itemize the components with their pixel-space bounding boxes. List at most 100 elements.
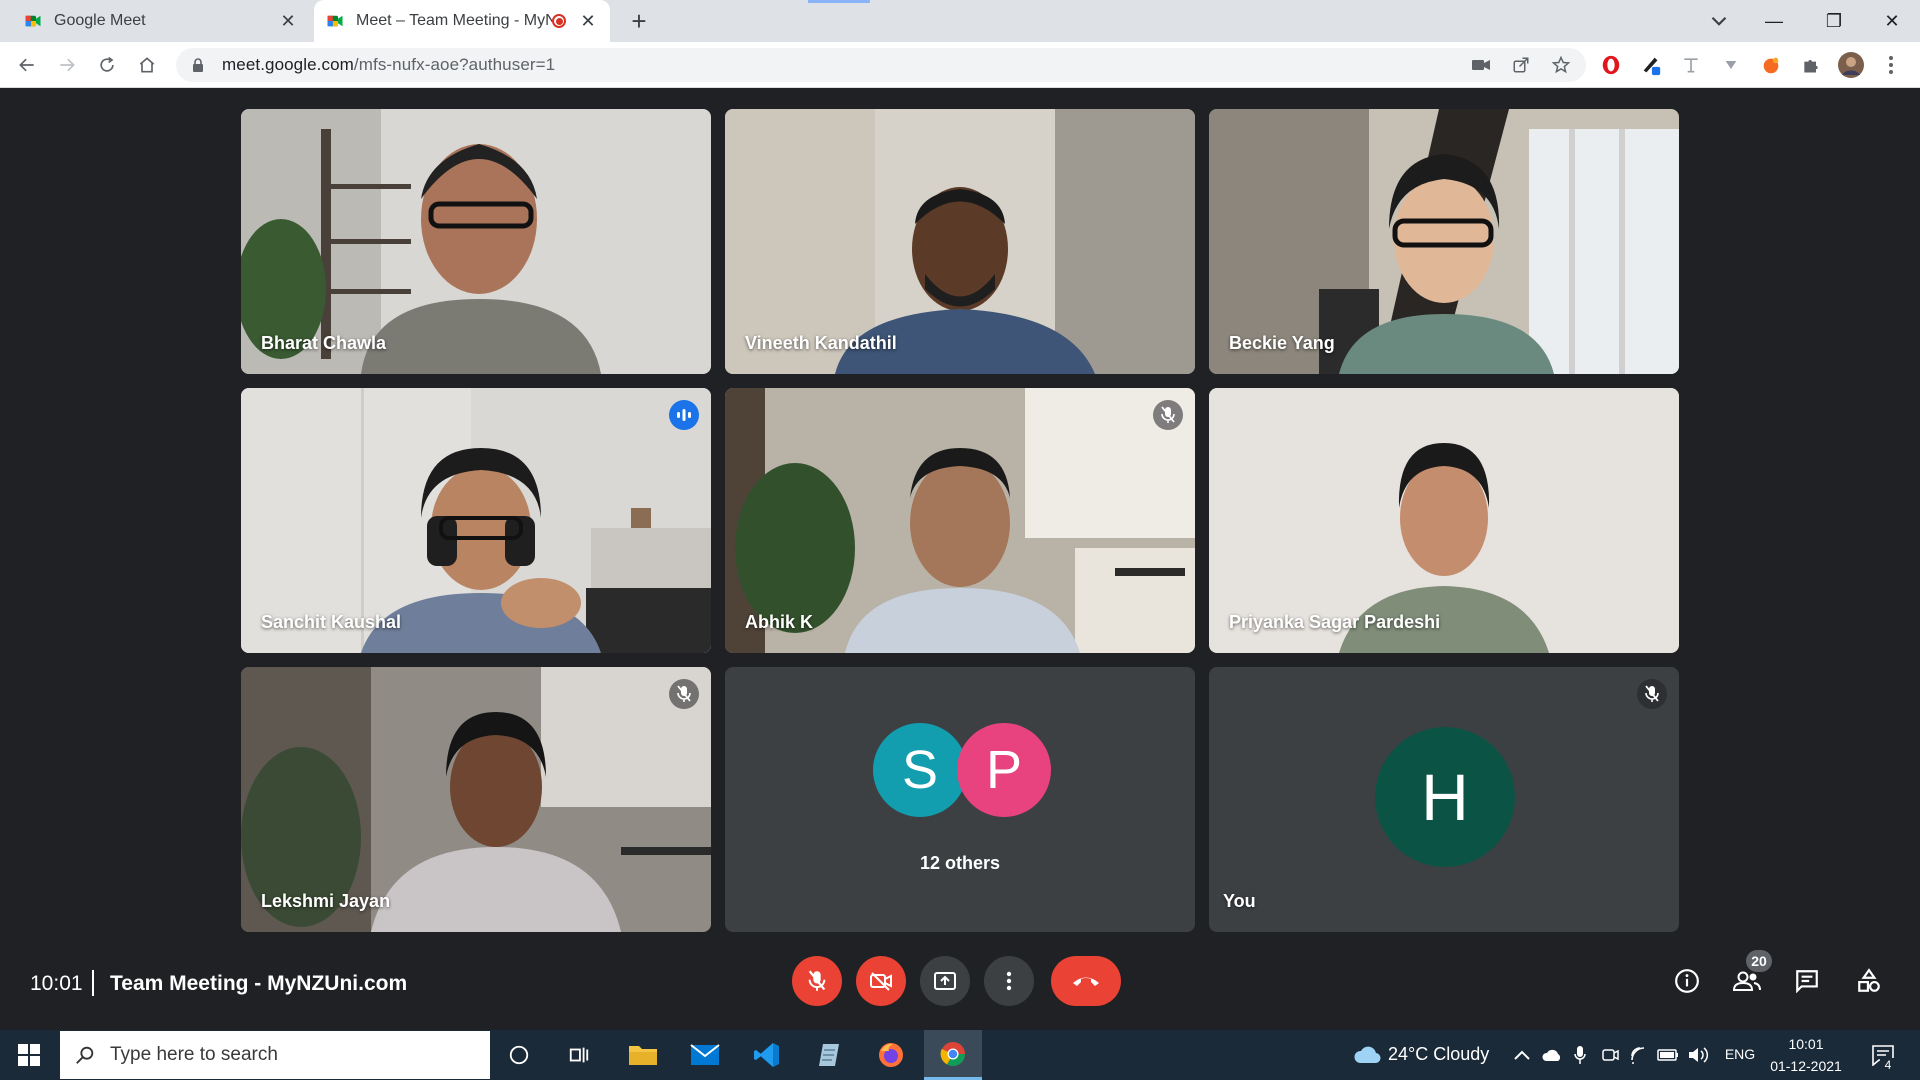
participant-name: Priyanka Sagar Pardeshi <box>1229 612 1441 632</box>
tab-title: Meet – Team Meeting - MyN <box>356 12 552 29</box>
share-icon[interactable] <box>1506 50 1536 80</box>
weather-text[interactable]: 24°C Cloudy <box>1388 1044 1489 1065</box>
cortana-icon[interactable] <box>490 1030 548 1080</box>
task-view-icon[interactable] <box>550 1030 608 1080</box>
meet-controls-bar: 10:01 Team Meeting - MyNZUni.com 20 <box>0 950 1920 1030</box>
windows-start-button[interactable] <box>0 1030 58 1080</box>
avatar: S <box>873 723 967 817</box>
info-icon <box>1675 969 1699 993</box>
mic-toggle-button[interactable] <box>792 956 842 1006</box>
arrow-extension-icon[interactable] <box>1716 50 1746 80</box>
participant-tile[interactable]: Beckie Yang <box>1209 109 1679 374</box>
text-extension-icon[interactable] <box>1676 50 1706 80</box>
others-tile[interactable]: S P 12 others <box>725 667 1195 932</box>
minimize-icon[interactable]: — <box>1752 6 1796 36</box>
google-meet-icon <box>327 15 343 27</box>
taskbar-search-box[interactable]: Type here to search <box>60 1031 490 1079</box>
battery-icon[interactable] <box>1656 1043 1680 1067</box>
present-icon <box>934 972 956 990</box>
chrome-taskbar-icon[interactable] <box>924 1030 982 1080</box>
activities-icon <box>1858 968 1880 992</box>
participant-name: Bharat Chawla <box>261 333 387 353</box>
google-meet-icon <box>25 15 41 27</box>
end-call-button[interactable] <box>1051 956 1121 1006</box>
avatar: H <box>1375 727 1515 867</box>
browser-tab-strip: Google Meet ✕ Meet – Team Meeting - MyN … <box>0 0 1920 42</box>
restore-icon[interactable]: ❐ <box>1812 6 1856 36</box>
microphone-tray-icon[interactable] <box>1568 1043 1592 1067</box>
file-explorer-icon[interactable] <box>614 1030 672 1080</box>
mail-icon[interactable] <box>676 1030 734 1080</box>
onedrive-icon[interactable] <box>1540 1043 1564 1067</box>
vscode-icon[interactable] <box>738 1030 796 1080</box>
participant-tile[interactable]: Priyanka Sagar Pardeshi <box>1209 388 1679 653</box>
participant-name: Abhik K <box>745 612 814 632</box>
meeting-title: Team Meeting - MyNZUni.com <box>110 972 408 995</box>
profile-avatar[interactable] <box>1836 50 1866 80</box>
self-tile[interactable]: H You <box>1209 667 1679 932</box>
camera-toggle-button[interactable] <box>856 956 906 1006</box>
notification-count: 4 <box>1880 1058 1896 1072</box>
back-icon[interactable] <box>12 50 42 80</box>
participant-tile-speaking[interactable]: Sanchit Kaushal <box>241 388 711 653</box>
tab-team-meeting[interactable]: Meet – Team Meeting - MyN ✕ <box>314 0 610 42</box>
chevron-up-icon[interactable] <box>1510 1043 1534 1067</box>
lock-icon <box>193 58 203 72</box>
new-tab-button[interactable]: + <box>624 6 654 36</box>
tab-search-icon[interactable] <box>1706 8 1732 34</box>
mic-off-icon <box>1637 679 1667 709</box>
reload-icon[interactable] <box>92 50 122 80</box>
activities-button[interactable] <box>1852 964 1886 998</box>
meet-now-icon[interactable] <box>1598 1043 1622 1067</box>
meeting-details-button[interactable] <box>1670 964 1704 998</box>
pen-extension-icon[interactable] <box>1636 50 1666 80</box>
close-window-icon[interactable]: ✕ <box>1870 6 1914 36</box>
close-tab-icon[interactable]: ✕ <box>278 11 298 32</box>
notepad-icon[interactable] <box>800 1030 858 1080</box>
meet-stage: Bharat Chawla Vineeth Kandathil Beckie Y… <box>0 88 1920 1030</box>
language-indicator[interactable]: ENG <box>1720 1046 1760 1062</box>
meeting-clock: 10:01 <box>30 972 83 995</box>
tab-drag-indicator <box>808 0 870 3</box>
participant-tile[interactable]: Lekshmi Jayan <box>241 667 711 932</box>
url-text: meet.google.com/mfs-nufx-aoe?authuser=1 <box>222 55 555 75</box>
close-tab-icon[interactable]: ✕ <box>578 11 598 32</box>
opera-extension-icon[interactable] <box>1596 50 1626 80</box>
extensions-puzzle-icon[interactable] <box>1796 50 1826 80</box>
orange-extension-icon[interactable] <box>1756 50 1786 80</box>
camera-off-icon <box>870 972 892 991</box>
wifi-icon[interactable] <box>1628 1043 1652 1067</box>
browser-toolbar: meet.google.com/mfs-nufx-aoe?authuser=1 <box>0 42 1920 88</box>
mic-off-icon <box>1153 400 1183 430</box>
taskbar-time[interactable]: 10:01 <box>1764 1036 1848 1052</box>
recording-icon <box>552 14 566 28</box>
search-placeholder: Type here to search <box>110 1044 278 1065</box>
weather-cloud-icon[interactable] <box>1352 1043 1382 1067</box>
tab-google-meet[interactable]: Google Meet ✕ <box>12 0 310 42</box>
participant-name: Beckie Yang <box>1229 333 1335 353</box>
more-vert-icon <box>1006 971 1012 991</box>
present-screen-button[interactable] <box>920 956 970 1006</box>
more-options-button[interactable] <box>984 956 1034 1006</box>
chat-button[interactable] <box>1790 964 1824 998</box>
participant-name: You <box>1223 891 1256 911</box>
taskbar-date[interactable]: 01-12-2021 <box>1764 1058 1848 1074</box>
participant-tile[interactable]: Bharat Chawla <box>241 109 711 374</box>
speaking-indicator-icon <box>669 400 699 430</box>
participant-tile[interactable]: Abhik K <box>725 388 1195 653</box>
others-count: 12 others <box>919 853 1001 873</box>
home-icon[interactable] <box>132 50 162 80</box>
windows-taskbar: Type here to search 24°C Cloudy ENG 10:0… <box>0 1030 1920 1080</box>
participant-tile[interactable]: Vineeth Kandathil <box>725 109 1195 374</box>
people-icon <box>1732 971 1761 991</box>
mic-off-icon <box>808 970 826 991</box>
forward-icon[interactable] <box>52 50 82 80</box>
camera-icon[interactable] <box>1466 50 1496 80</box>
address-bar[interactable]: meet.google.com/mfs-nufx-aoe?authuser=1 <box>176 48 1586 82</box>
participant-count-badge: 20 <box>1746 950 1772 972</box>
firefox-icon[interactable] <box>862 1030 920 1080</box>
participant-name: Vineeth Kandathil <box>745 333 897 353</box>
chrome-menu-icon[interactable] <box>1876 50 1906 80</box>
bookmark-star-icon[interactable] <box>1546 50 1576 80</box>
volume-icon[interactable] <box>1686 1043 1710 1067</box>
